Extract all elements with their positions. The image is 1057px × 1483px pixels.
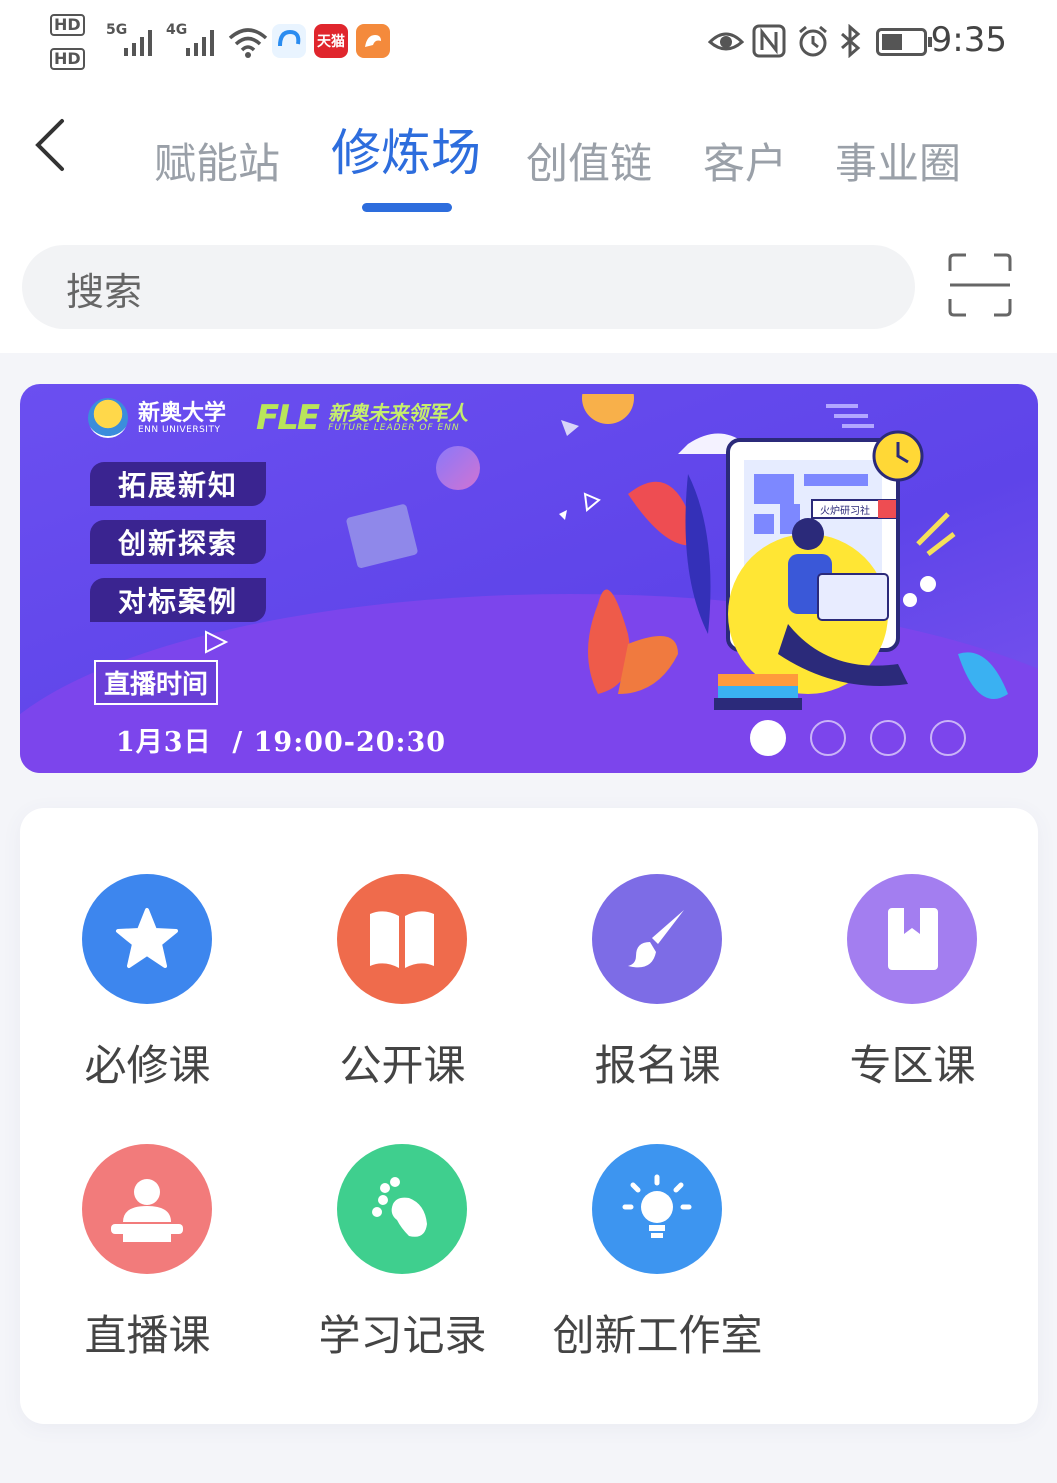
presenter-icon [82, 1144, 212, 1274]
banner-pagination [750, 720, 966, 756]
fle-en: FUTURE LEADER OF ENN [328, 423, 460, 433]
wifi-icon [228, 28, 268, 58]
search-input[interactable]: 搜索 [22, 245, 915, 329]
course-grid-card: 必修课 公开课 报名课 专区课 直播课 学习记录 创新工作室 [20, 808, 1038, 1424]
calendar-decoration-icon [346, 504, 418, 569]
course-live[interactable]: 直播课 [20, 1144, 275, 1384]
course-label: 必修课 [84, 1041, 211, 1090]
brand-en: ENN UNIVERSITY [138, 425, 221, 435]
open-book-icon [337, 874, 467, 1004]
fle-logo: FLE [256, 398, 320, 438]
enn-university-logo [88, 398, 128, 438]
app-notification-icon [272, 24, 306, 58]
fle-cn: 新奥未来领军人 [328, 401, 469, 425]
illustration-tag: 火炉研习社 [820, 504, 870, 517]
tmall-icon: 天猫 [314, 24, 348, 58]
course-studio[interactable]: 创新工作室 [530, 1144, 785, 1384]
banner-dot[interactable] [810, 720, 846, 756]
uc-browser-icon [356, 24, 390, 58]
search-bar-area: 搜索 [0, 225, 1057, 353]
student-laptop-illustration: 火炉研习社 [582, 394, 1008, 710]
banner-tag: 拓展新知 [90, 462, 266, 506]
network-4g-label: 4G [166, 22, 188, 38]
hd-indicator-2: HD [50, 48, 85, 70]
course-open[interactable]: 公开课 [275, 874, 530, 1114]
course-signup[interactable]: 报名课 [530, 874, 785, 1114]
course-label: 专区课 [849, 1041, 976, 1090]
footprint-icon [337, 1144, 467, 1274]
scan-icon[interactable] [948, 253, 1012, 317]
clock: 9:35 [930, 20, 1007, 60]
battery-icon [876, 28, 932, 56]
tab-shiye[interactable]: 事业圈 [835, 130, 961, 191]
nfc-icon [752, 24, 786, 58]
banner-tag: 创新探索 [90, 520, 266, 564]
banner-dot[interactable] [930, 720, 966, 756]
course-label: 报名课 [594, 1041, 721, 1090]
lightbulb-icon [592, 1144, 722, 1274]
status-bar: HD HD 5G 4G 天猫 9:35 [0, 0, 1057, 85]
bluetooth-icon [841, 24, 861, 58]
search-placeholder: 搜索 [66, 270, 143, 314]
eye-icon [708, 32, 744, 51]
promo-banner[interactable]: 新奥大学 ENN UNIVERSITY FLE 新奥未来领军人 FUTURE L… [20, 384, 1038, 773]
tab-chuangzhi[interactable]: 创值链 [526, 130, 652, 191]
banner-dot-active[interactable] [750, 720, 786, 756]
signal-icon [124, 30, 152, 56]
chevron-left-icon[interactable] [30, 115, 70, 175]
brand-cn: 新奥大学 [138, 400, 227, 426]
course-label: 学习记录 [318, 1311, 487, 1360]
hd-indicator-1: HD [50, 14, 85, 36]
striped-circle-decoration [436, 446, 480, 490]
paintbrush-icon [592, 874, 722, 1004]
banner-dot[interactable] [870, 720, 906, 756]
tab-kehu[interactable]: 客户 [703, 130, 787, 191]
course-zone[interactable]: 专区课 [785, 874, 1040, 1114]
top-nav: 赋能站 修炼场 创值链 客户 事业圈 [0, 85, 1057, 225]
tab-funeng[interactable]: 赋能站 [154, 130, 280, 191]
tab-xiulian[interactable]: 修炼场 [331, 113, 481, 185]
banner-tag: 对标案例 [90, 578, 266, 622]
course-required[interactable]: 必修课 [20, 874, 275, 1114]
bookmark-book-icon [847, 874, 977, 1004]
triangle-decoration-icon [205, 630, 229, 654]
course-label: 公开课 [339, 1041, 466, 1090]
signal-icon-2 [186, 30, 214, 56]
course-label: 直播课 [84, 1311, 211, 1360]
course-label: 创新工作室 [552, 1311, 763, 1360]
active-tab-indicator [362, 203, 452, 212]
live-time-value: 1月3日 / 19:00-20:30 [116, 727, 447, 758]
star-icon [82, 874, 212, 1004]
alarm-icon [799, 25, 827, 57]
live-time-label: 直播时间 [94, 660, 219, 705]
banner-brand: 新奥大学 ENN UNIVERSITY FLE 新奥未来领军人 FUTURE L… [88, 398, 468, 438]
course-record[interactable]: 学习记录 [275, 1144, 530, 1384]
